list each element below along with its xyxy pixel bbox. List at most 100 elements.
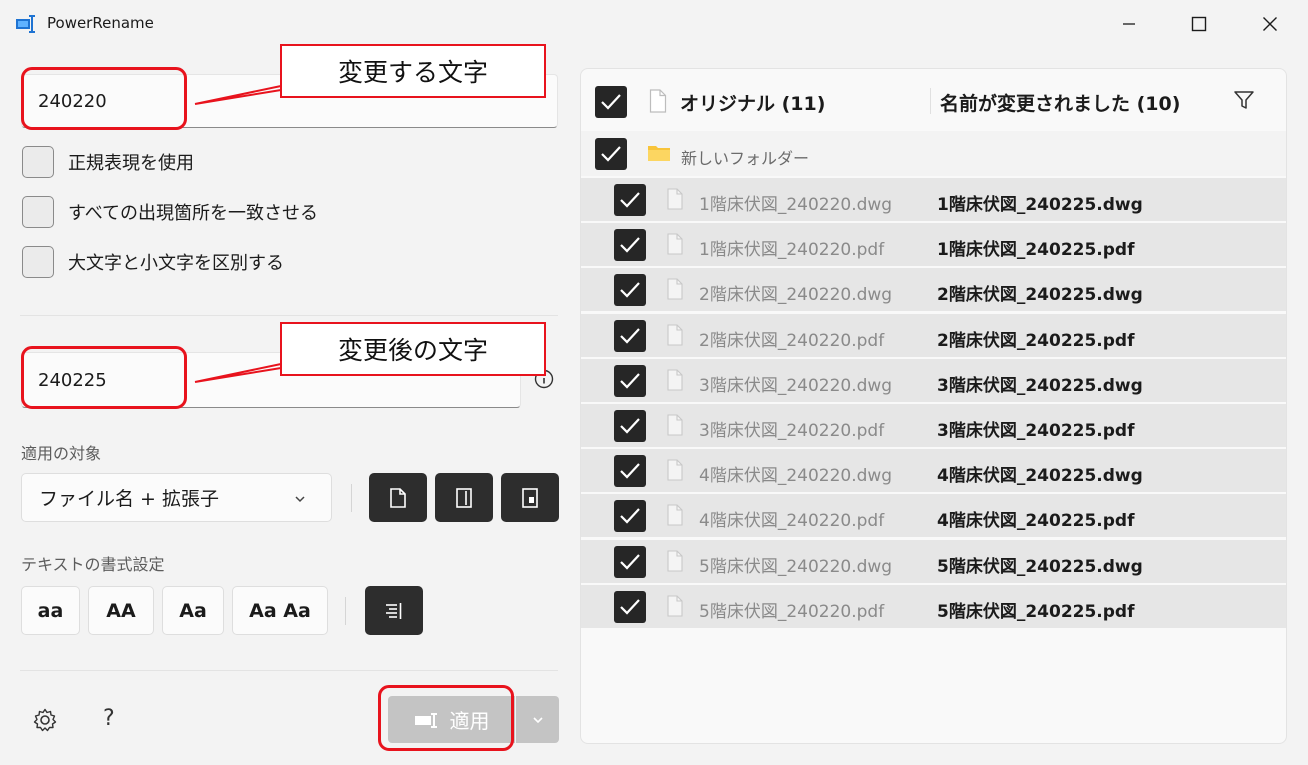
close-icon: [1263, 17, 1277, 31]
checkmark-icon: [620, 418, 640, 434]
file-icon: [667, 550, 683, 572]
folder-row[interactable]: 新しいフォルダー: [581, 131, 1286, 176]
file-icon: [667, 414, 683, 436]
titlecase-button[interactable]: Aa: [162, 586, 224, 635]
file-row[interactable]: 3階床伏図_240220.pdf 3階床伏図_240225.pdf: [581, 403, 1286, 447]
column-separator: [930, 88, 931, 114]
file-checkbox[interactable]: [614, 365, 646, 397]
checkmark-icon: [601, 94, 621, 110]
file-row[interactable]: 5階床伏図_240220.pdf 5階床伏図_240225.pdf: [581, 584, 1286, 628]
enumerate-items-button[interactable]: [365, 586, 423, 635]
file-row[interactable]: 1階床伏図_240220.dwg 1階床伏図_240225.dwg: [581, 177, 1286, 221]
folder-checkbox[interactable]: [595, 138, 627, 170]
file-row[interactable]: 1階床伏図_240220.pdf 1階床伏図_240225.pdf: [581, 222, 1286, 266]
checkmark-icon: [620, 554, 640, 570]
file-row[interactable]: 3階床伏図_240220.dwg 3階床伏図_240225.dwg: [581, 358, 1286, 402]
file-row[interactable]: 5階床伏図_240220.dwg 5階床伏図_240225.dwg: [581, 539, 1286, 583]
checkmark-icon: [620, 328, 640, 344]
highlight-replace-value: [21, 346, 187, 409]
file-checkbox[interactable]: [614, 410, 646, 442]
include-files-button[interactable]: [369, 473, 427, 522]
checkmark-icon: [620, 192, 640, 208]
file-checkbox[interactable]: [614, 546, 646, 578]
file-row[interactable]: 2階床伏図_240220.dwg 2階床伏図_240225.dwg: [581, 267, 1286, 311]
file-checkbox[interactable]: [614, 500, 646, 532]
file-checkbox[interactable]: [614, 184, 646, 216]
file-checkbox[interactable]: [614, 274, 646, 306]
option-match-all-occurrences[interactable]: すべての出現箇所を一致させる: [22, 195, 318, 229]
separator: [345, 597, 346, 625]
file-checkbox[interactable]: [614, 455, 646, 487]
renamed-filename: 4階床伏図_240225.pdf: [937, 511, 1135, 531]
checkbox[interactable]: [22, 246, 54, 278]
original-filename: 2階床伏図_240220.dwg: [699, 285, 893, 305]
close-button[interactable]: [1235, 0, 1305, 48]
maximize-button[interactable]: [1164, 0, 1234, 48]
file-icon: [667, 504, 683, 526]
file-row[interactable]: 2階床伏図_240220.pdf 2階床伏図_240225.pdf: [581, 313, 1286, 357]
original-column-header: オリジナル (11): [680, 93, 826, 115]
option-label: すべての出現箇所を一致させる: [68, 203, 319, 224]
callout-replace-text: 変更後の文字: [337, 336, 488, 365]
highlight-apply-button: [378, 685, 514, 751]
file-row[interactable]: 4階床伏図_240220.pdf 4階床伏図_240225.pdf: [581, 493, 1286, 537]
checkmark-icon: [601, 146, 621, 162]
file-icon: [649, 89, 667, 113]
callout-search-text: 変更する文字: [337, 58, 488, 87]
filter-icon[interactable]: [1233, 89, 1255, 111]
original-filename: 1階床伏図_240220.dwg: [699, 195, 893, 215]
callout-pointer: [194, 363, 282, 383]
file-icon: [667, 278, 683, 300]
help-button[interactable]: ?: [103, 706, 115, 731]
file-icon: [667, 188, 683, 210]
renamed-filename: 5階床伏図_240225.dwg: [937, 557, 1143, 577]
renamed-filename: 4階床伏図_240225.dwg: [937, 466, 1143, 486]
renamed-filename: 3階床伏図_240225.pdf: [937, 421, 1135, 441]
checkbox[interactable]: [22, 146, 54, 178]
include-folders-button[interactable]: [435, 473, 493, 522]
apply-to-dropdown[interactable]: ファイル名 + 拡張子: [21, 473, 332, 522]
folder-outline-icon: [456, 487, 472, 508]
uppercase-label: AA: [106, 599, 136, 622]
option-label: 正規表現を使用: [68, 153, 194, 174]
checkmark-icon: [620, 508, 640, 524]
lowercase-button[interactable]: aa: [21, 586, 80, 635]
text-format-label: テキストの書式設定: [21, 555, 165, 574]
file-icon: [667, 369, 683, 391]
file-checkbox[interactable]: [614, 591, 646, 623]
minimize-button[interactable]: [1094, 0, 1164, 48]
option-use-regex[interactable]: 正規表現を使用: [22, 145, 194, 179]
folder-icon: [648, 146, 670, 161]
file-icon: [667, 233, 683, 255]
capitalize-label: Aa Aa: [249, 599, 311, 622]
numbered-list-icon: [386, 602, 402, 619]
title-bar: PowerRename: [0, 0, 1308, 48]
callout-pointer: [194, 85, 282, 105]
renamed-filename: 5階床伏図_240225.pdf: [937, 602, 1135, 622]
option-case-sensitive[interactable]: 大文字と小文字を区別する: [22, 245, 284, 279]
divider: [20, 670, 558, 671]
separator: [351, 484, 352, 512]
apply-options-dropdown[interactable]: [516, 696, 559, 743]
original-filename: 1階床伏図_240220.pdf: [699, 240, 885, 260]
capitalize-each-word-button[interactable]: Aa Aa: [232, 586, 328, 635]
callout-search: 変更する文字: [280, 44, 546, 98]
file-icon: [667, 324, 683, 346]
file-preview-list: オリジナル (11) 名前が変更されました (10) 新しいフォルダー 1階床伏…: [580, 68, 1287, 744]
file-checkbox[interactable]: [614, 229, 646, 261]
include-subfolders-button[interactable]: [501, 473, 559, 522]
apply-to-selected: ファイル名 + 拡張子: [39, 488, 219, 510]
original-filename: 4階床伏図_240220.pdf: [699, 511, 885, 531]
renamed-filename: 1階床伏図_240225.dwg: [937, 195, 1143, 215]
select-all-checkbox[interactable]: [595, 86, 627, 118]
uppercase-button[interactable]: AA: [88, 586, 154, 635]
powerrename-app-icon: [16, 15, 35, 33]
checkbox[interactable]: [22, 196, 54, 228]
file-checkbox[interactable]: [614, 320, 646, 352]
file-row[interactable]: 4階床伏図_240220.dwg 4階床伏図_240225.dwg: [581, 448, 1286, 492]
original-filename: 5階床伏図_240220.dwg: [699, 557, 893, 577]
checkmark-icon: [620, 373, 640, 389]
renamed-filename: 2階床伏図_240225.dwg: [937, 285, 1143, 305]
original-filename: 3階床伏図_240220.dwg: [699, 376, 893, 396]
gear-icon[interactable]: [32, 707, 58, 733]
